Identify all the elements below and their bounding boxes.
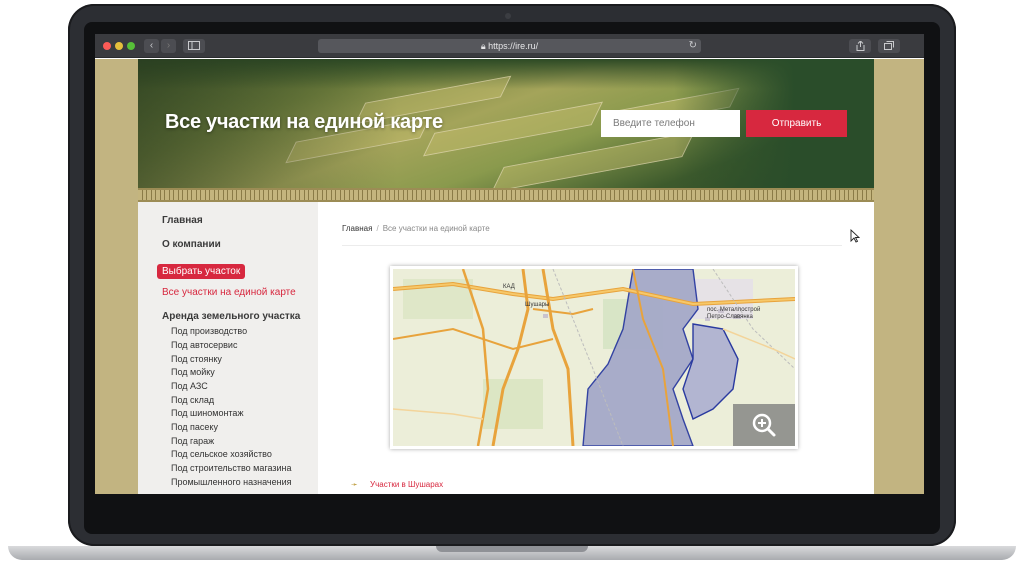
mouse-cursor-icon [850, 229, 860, 243]
phone-input[interactable] [601, 110, 740, 137]
reload-icon[interactable]: ↻ [689, 39, 697, 53]
sidebar-subitem[interactable]: Под шиномонтаж [171, 408, 243, 418]
forward-button[interactable]: › [161, 39, 176, 53]
shushary-plots-link[interactable]: Участки в Шушарах [370, 480, 443, 489]
hero-title: Все участки на единой карте [165, 111, 443, 133]
submit-button[interactable]: Отправить [746, 110, 847, 137]
map-label-road: КАД [503, 284, 515, 290]
plots-map[interactable]: Шушары пос. Металлострой Петро-Славянка … [393, 269, 795, 446]
sidebar-subitem[interactable]: Под стоянку [171, 354, 222, 364]
sidebar-subitem[interactable]: Под склад [171, 395, 214, 405]
arrow-icon: ➛ [351, 480, 358, 489]
sidebar-item-all-plots-map[interactable]: Все участки на единой карте [162, 287, 296, 298]
sidebar-subitem[interactable]: Под пасеку [171, 422, 218, 432]
sidebar-subitem[interactable]: Промышленного назначения [171, 477, 292, 487]
breadcrumb: Главная / Все участки на единой карте [342, 224, 490, 233]
browser-window: ‹ › 🔒︎ https://ire.ru/ ↻ Все участки на … [95, 34, 924, 494]
sidebar-nav: Главная О компании Выбрать участок Все у… [138, 202, 318, 494]
screenshot-stage: ‹ › 🔒︎ https://ire.ru/ ↻ Все участки на … [0, 0, 1024, 568]
sidebar-item-choose-plot[interactable]: Выбрать участок [157, 264, 246, 279]
sidebar-subitem[interactable]: Под сельское хозяйство [171, 449, 272, 459]
maximize-window-button[interactable] [127, 42, 135, 50]
zoom-in-icon [752, 413, 776, 437]
sidebar-subitem[interactable]: Под автосервис [171, 340, 237, 350]
sidebar-item-home[interactable]: Главная [162, 215, 203, 226]
map-label-settlement-1: пос. Металлострой [707, 307, 761, 313]
web-page: Все участки на единой карте Отправить Гл… [95, 59, 924, 494]
map-label-town: Шушары [525, 302, 550, 308]
sidebar-subitem[interactable]: Под строительство магазина [171, 463, 291, 473]
sidebar-item-about[interactable]: О компании [162, 239, 221, 250]
sidebar-subitem[interactable]: Под мойку [171, 367, 215, 377]
main-content: Главная / Все участки на единой карте Шу… [318, 202, 874, 494]
share-button[interactable] [849, 39, 871, 53]
site-container: Все участки на единой карте Отправить Гл… [138, 59, 874, 494]
hero-field-3 [491, 131, 695, 188]
breadcrumb-separator: / [376, 224, 379, 233]
sidebar-subitem[interactable]: Под производство [171, 326, 247, 336]
breadcrumb-current: Все участки на единой карте [382, 224, 490, 233]
sidebar-subitem[interactable]: Под АЗС [171, 381, 208, 391]
divider [342, 245, 842, 246]
sidebar-item-land-rent[interactable]: Аренда земельного участка [162, 311, 300, 322]
back-button[interactable]: ‹ [144, 39, 159, 53]
sidebar-subitem[interactable]: Под гараж [171, 436, 214, 446]
laptop-notch [436, 546, 588, 552]
greek-key-ornament [138, 188, 874, 202]
map-frame[interactable]: Шушары пос. Металлострой Петро-Славянка … [390, 266, 798, 449]
breadcrumb-home-link[interactable]: Главная [342, 224, 372, 233]
zoom-button[interactable] [733, 404, 795, 446]
minimize-window-button[interactable] [115, 42, 123, 50]
browser-toolbar: ‹ › 🔒︎ https://ire.ru/ ↻ [95, 34, 924, 58]
close-window-button[interactable] [103, 42, 111, 50]
hero-field-2 [422, 101, 604, 157]
tabs-overview-button[interactable] [878, 39, 900, 53]
share-icon [856, 40, 864, 51]
camera-icon [505, 13, 511, 19]
address-bar[interactable]: 🔒︎ https://ire.ru/ ↻ [318, 39, 701, 53]
hero-banner: Все участки на единой карте Отправить [138, 59, 874, 188]
sidebar-icon [188, 41, 200, 50]
url-text: https://ire.ru/ [488, 41, 539, 51]
lock-icon: 🔒︎ [480, 41, 486, 51]
map-label-settlement-2: Петро-Славянка [707, 314, 753, 320]
tabs-icon [884, 41, 894, 50]
sidebar-toggle-button[interactable] [183, 39, 205, 53]
